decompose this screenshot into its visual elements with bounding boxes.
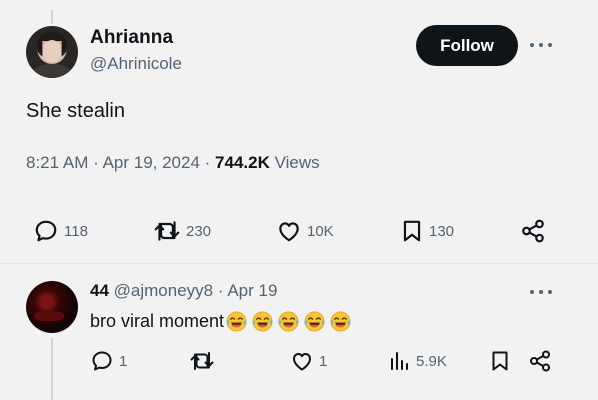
share-button[interactable] [520,218,546,244]
repost-button[interactable]: 230 [153,218,211,244]
reply-count: 118 [64,222,88,240]
reply-header: 44 @ajmoneyy8 · Apr 19 [90,281,278,300]
like-button[interactable]: 10K [276,218,334,244]
tears-of-joy-emoji [226,311,247,332]
tweet-meta: 8:21 AM · Apr 19, 2024 · 744.2K Views [26,153,320,172]
reply-icon [35,220,57,242]
reply-reply-button[interactable]: 1 [90,349,127,373]
heart-icon [293,353,311,371]
views-icon [391,352,408,370]
share-icon [530,350,550,372]
views-count: 744.2K [215,153,270,172]
reply-reply-count: 1 [119,352,128,370]
heart-icon [279,222,299,242]
reply-icon [92,351,112,371]
reply-author-avatar[interactable] [26,281,78,333]
reply-date[interactable]: Apr 19 [227,281,277,300]
reply-author-name[interactable]: 44 [90,281,109,300]
reply-views-count: 5.9K [416,352,447,370]
share-icon [522,219,544,243]
reply-more-icon[interactable] [530,288,552,296]
bookmark-icon [492,351,508,371]
views-label: Views [274,153,320,172]
tweet-time[interactable]: 8:21 AM [26,153,88,172]
follow-button[interactable]: Follow [416,25,518,66]
bookmark-button[interactable]: 130 [400,218,454,244]
bookmark-icon [403,220,421,242]
more-icon[interactable] [530,41,552,49]
reply-views-button[interactable]: 5.9K [389,349,447,373]
bookmark-count: 130 [429,222,455,240]
like-count: 10K [307,222,334,240]
reply-text: bro viral moment [90,310,355,333]
tears-of-joy-emoji [278,311,299,332]
repost-count: 230 [186,222,212,240]
tweet-date[interactable]: Apr 19, 2024 [103,153,200,172]
reply-bookmark-button[interactable] [489,349,511,373]
tweet-page: Ahrianna @Ahrinicole Follow She stealin … [0,0,598,400]
author-handle[interactable]: @Ahrinicole [90,54,182,74]
repost-icon [154,221,180,241]
emoji-row [225,310,355,333]
reply-text-content: bro viral moment [90,311,225,331]
reply-share-button[interactable] [528,349,552,373]
author-name[interactable]: Ahrianna [90,27,173,49]
tears-of-joy-emoji [330,311,351,332]
author-avatar[interactable] [26,26,78,78]
reply-author-handle[interactable]: @ajmoneyy8 [114,281,213,300]
reply-thread-line [51,338,53,400]
reply-like-button[interactable]: 1 [290,349,327,373]
repost-icon [190,352,214,370]
divider [0,263,598,264]
thread-line [51,10,53,24]
reply-like-count: 1 [319,352,328,370]
reply-button[interactable]: 118 [33,218,88,244]
tears-of-joy-emoji [252,311,273,332]
tweet-text: She stealin [26,100,125,122]
reply-repost-button[interactable] [189,349,215,373]
tears-of-joy-emoji [304,311,325,332]
